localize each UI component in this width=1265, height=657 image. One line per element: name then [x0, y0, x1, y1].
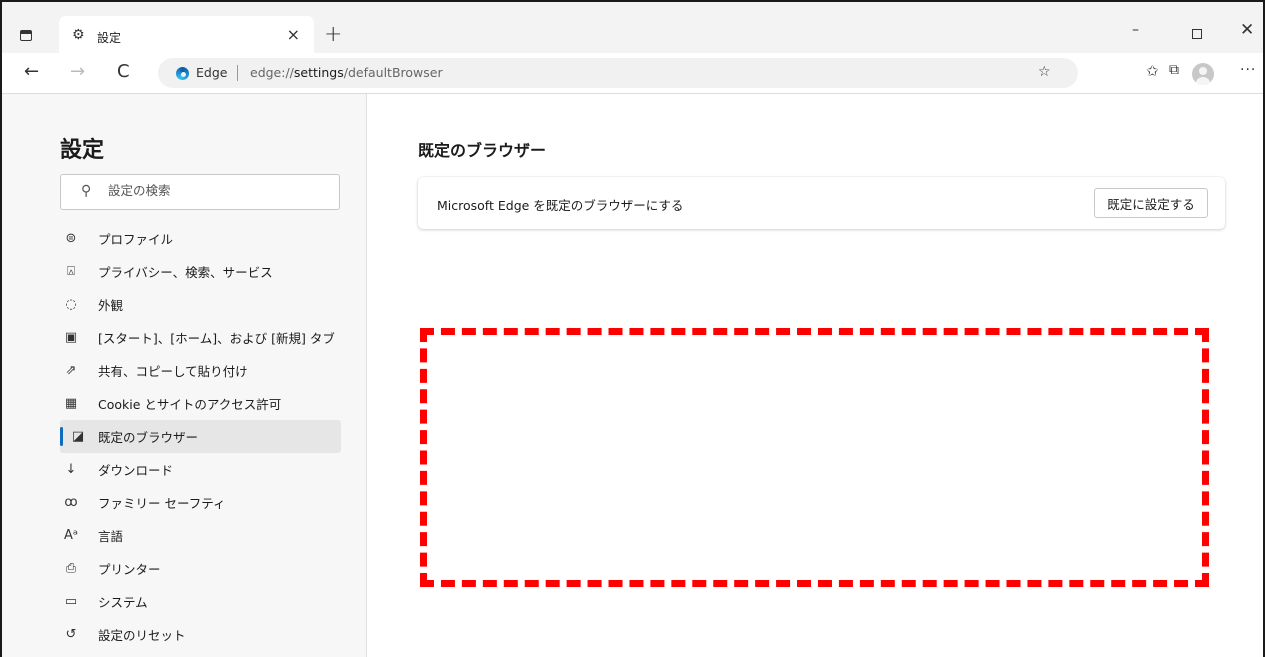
share-icon: ⇗: [65, 363, 77, 378]
language-icon: Aᵃ: [64, 528, 78, 543]
refresh-button[interactable]: C: [117, 61, 130, 83]
sidebar-item-label: ファミリー セーフティ: [98, 496, 226, 511]
settings-menu: ⊜ プロファイル ⍓ プライバシー、検索、サービス ◌ 外観 ▣ [スタート]、…: [60, 222, 341, 651]
profile-icon: ⊜: [65, 231, 77, 246]
home-tab-icon: ▣: [64, 330, 78, 345]
address-bar[interactable]: Edge edge://settings/defaultBrowser ☆: [158, 58, 1078, 88]
sidebar-item-privacy[interactable]: ⍓ プライバシー、検索、サービス: [60, 255, 341, 288]
sidebar-item-label: プロファイル: [98, 232, 174, 247]
tab-settings[interactable]: ⚙ 設定 ×: [59, 16, 314, 55]
sidebar-item-family-safety[interactable]: ꝏ ファミリー セーフティ: [60, 486, 341, 519]
printer-icon: ⎙: [65, 561, 77, 576]
highlight-box: [420, 328, 1209, 587]
download-icon: ↓: [65, 462, 77, 477]
address-separator: [237, 65, 238, 81]
settings-search[interactable]: ⚲: [60, 174, 340, 210]
lock-icon: ⍓: [67, 264, 75, 279]
tab-actions-icon[interactable]: [20, 30, 32, 41]
minimize-button[interactable]: –: [1132, 22, 1139, 38]
gear-icon: ⚙: [72, 27, 85, 43]
tab-strip: ⚙ 設定 × + – ✕: [2, 2, 1263, 55]
settings-sidebar: 設定 ⚲ ⊜ プロファイル ⍓ プライバシー、検索、サービス ◌ 外観 ▣ [ス…: [2, 94, 367, 657]
profile-avatar[interactable]: [1192, 63, 1214, 85]
tab-title: 設定: [97, 31, 122, 45]
reset-icon: ↺: [65, 627, 77, 642]
edge-logo-icon: [176, 67, 189, 80]
address-site-label: Edge: [196, 65, 228, 80]
sidebar-item-label: 設定のリセット: [98, 628, 186, 643]
sidebar-item-label: プリンター: [98, 562, 161, 577]
forward-button[interactable]: →: [70, 61, 85, 83]
search-icon: ⚲: [81, 183, 92, 199]
sidebar-item-label: 言語: [98, 529, 124, 544]
sidebar-item-share-copy-paste[interactable]: ⇗ 共有、コピーして貼り付け: [60, 354, 341, 387]
page-title: 既定のブラウザー: [418, 141, 547, 160]
sidebar-item-profiles[interactable]: ⊜ プロファイル: [60, 222, 341, 255]
palette-icon: ◌: [65, 297, 77, 312]
sidebar-item-downloads[interactable]: ↓ ダウンロード: [60, 453, 341, 486]
sidebar-item-label: システム: [98, 595, 148, 610]
sidebar-item-cookies-permissions[interactable]: ▦ Cookie とサイトのアクセス許可: [60, 387, 341, 420]
site-permissions-icon: ▦: [64, 396, 78, 411]
default-browser-icon: ◪: [71, 429, 85, 444]
default-browser-description: Microsoft Edge を既定のブラウザーにする: [437, 198, 684, 213]
url-host: settings: [293, 65, 344, 80]
url-scheme: edge://: [250, 65, 294, 80]
sidebar-item-system[interactable]: ▭ システム: [60, 585, 341, 618]
browser-toolbar: ← → C Edge edge://settings/defaultBrowse…: [2, 53, 1263, 94]
sidebar-item-label: ダウンロード: [98, 463, 174, 478]
search-input[interactable]: [108, 183, 308, 198]
system-icon: ▭: [64, 594, 78, 609]
sidebar-item-label: 既定のブラウザー: [98, 430, 199, 445]
sidebar-item-label: Cookie とサイトのアクセス許可: [98, 397, 282, 412]
url-path: /defaultBrowser: [343, 65, 443, 80]
collections-icon[interactable]: ⧉: [1169, 62, 1179, 78]
sidebar-item-start-home-newtab[interactable]: ▣ [スタート]、[ホーム]、および [新規] タブ: [60, 321, 341, 354]
sidebar-title: 設定: [60, 138, 105, 163]
back-button[interactable]: ←: [24, 61, 39, 83]
sidebar-item-appearance[interactable]: ◌ 外観: [60, 288, 341, 321]
sidebar-item-reset-settings[interactable]: ↺ 設定のリセット: [60, 618, 341, 651]
more-options-icon[interactable]: ···: [1240, 62, 1256, 78]
sidebar-item-label: 外観: [98, 298, 124, 313]
close-window-button[interactable]: ✕: [1240, 20, 1254, 40]
new-tab-button[interactable]: +: [324, 24, 342, 46]
sidebar-item-label: 共有、コピーして貼り付け: [98, 364, 248, 379]
sidebar-item-label: プライバシー、検索、サービス: [98, 265, 273, 280]
add-favorite-icon[interactable]: ☆: [1038, 64, 1051, 80]
maximize-button[interactable]: [1192, 29, 1202, 39]
sidebar-item-default-browser[interactable]: ◪ 既定のブラウザー: [60, 420, 341, 453]
favorites-icon[interactable]: ✩: [1146, 62, 1159, 80]
default-browser-card: Microsoft Edge を既定のブラウザーにする 既定に設定する: [418, 177, 1225, 229]
sidebar-item-languages[interactable]: Aᵃ 言語: [60, 519, 341, 552]
sidebar-item-printers[interactable]: ⎙ プリンター: [60, 552, 341, 585]
tab-close-icon[interactable]: ×: [287, 25, 300, 44]
make-default-button[interactable]: 既定に設定する: [1094, 188, 1208, 218]
sidebar-item-label: [スタート]、[ホーム]、および [新規] タブ: [98, 331, 335, 346]
family-icon: ꝏ: [64, 495, 78, 510]
address-url[interactable]: edge://settings/defaultBrowser: [250, 65, 443, 80]
